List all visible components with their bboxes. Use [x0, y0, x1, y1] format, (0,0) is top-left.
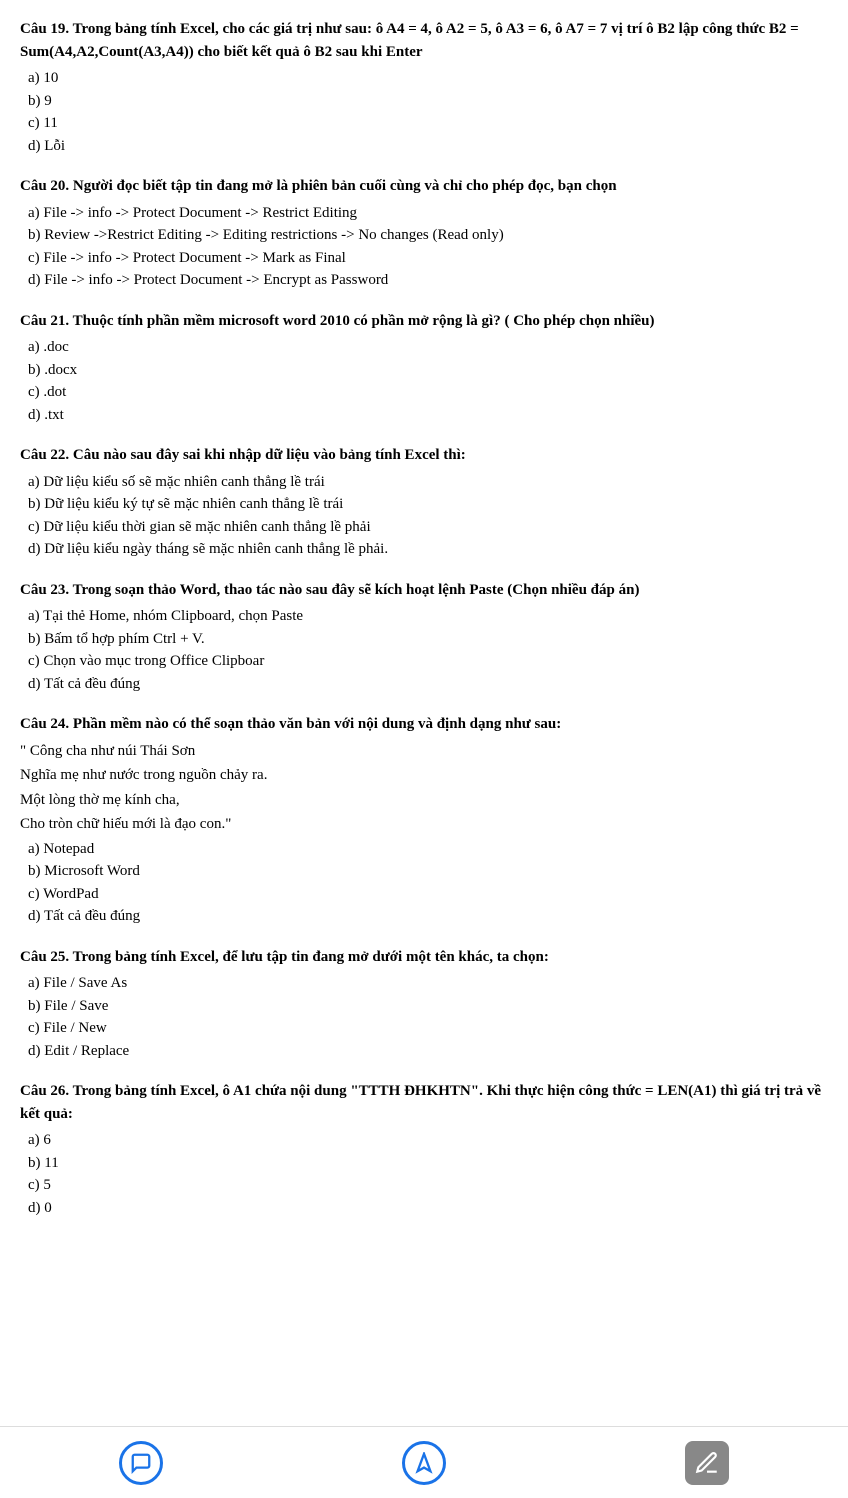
question-title-q24: Câu 24. Phần mềm nào có thể soạn thảo vă…: [20, 713, 828, 736]
question-block-q20: Câu 20. Người đọc biết tập tin đang mở l…: [20, 175, 828, 292]
answer-item-q24-2: c) WordPad: [28, 883, 828, 906]
answer-item-q22-1: b) Dữ liệu kiểu ký tự sẽ mặc nhiên canh …: [28, 493, 828, 516]
answer-item-q23-1: b) Bấm tổ hợp phím Ctrl + V.: [28, 628, 828, 651]
question-title-q25: Câu 25. Trong bảng tính Excel, để lưu tậ…: [20, 946, 828, 969]
chat-bubble-icon: [119, 1441, 163, 1485]
poem-line-1: Nghĩa mẹ như nước trong nguồn chảy ra.: [20, 764, 828, 787]
answer-item-q24-3: d) Tất cả đều đúng: [28, 905, 828, 928]
answer-item-q22-0: a) Dữ liệu kiểu số sẽ mặc nhiên canh thẳ…: [28, 471, 828, 494]
pencil-button[interactable]: [667, 1433, 747, 1493]
pencil-icon: [685, 1441, 729, 1485]
answer-item-q22-2: c) Dữ liệu kiểu thời gian sẽ mặc nhiên c…: [28, 516, 828, 539]
question-block-q23: Câu 23. Trong soạn thảo Word, thao tác n…: [20, 579, 828, 696]
answer-item-q22-3: d) Dữ liệu kiểu ngày tháng sẽ mặc nhiên …: [28, 538, 828, 561]
answer-item-q23-0: a) Tại thẻ Home, nhóm Clipboard, chọn Pa…: [28, 605, 828, 628]
answer-item-q24-0: a) Notepad: [28, 838, 828, 861]
chat-button[interactable]: [101, 1433, 181, 1493]
answer-item-q21-2: c) .dot: [28, 381, 828, 404]
navigation-button[interactable]: [384, 1433, 464, 1493]
question-block-q26: Câu 26. Trong bảng tính Excel, ô A1 chứa…: [20, 1080, 828, 1219]
poem-line-2: Một lòng thờ mẹ kính cha,: [20, 789, 828, 812]
answer-item-q25-0: a) File / Save As: [28, 972, 828, 995]
question-block-q22: Câu 22. Câu nào sau đây sai khi nhập dữ …: [20, 444, 828, 561]
answer-item-q26-3: d) 0: [28, 1197, 828, 1220]
question-block-q24: Câu 24. Phần mềm nào có thể soạn thảo vă…: [20, 713, 828, 928]
answer-item-q26-2: c) 5: [28, 1174, 828, 1197]
question-title-q21: Câu 21. Thuộc tính phần mềm microsoft wo…: [20, 310, 828, 333]
answer-item-q19-3: d) Lỗi: [28, 135, 828, 158]
question-title-q22: Câu 22. Câu nào sau đây sai khi nhập dữ …: [20, 444, 828, 467]
answer-item-q20-3: d) File -> info -> Protect Document -> E…: [28, 269, 828, 292]
question-block-q25: Câu 25. Trong bảng tính Excel, để lưu tậ…: [20, 946, 828, 1063]
question-title-q26: Câu 26. Trong bảng tính Excel, ô A1 chứa…: [20, 1080, 828, 1125]
question-block-q19: Câu 19. Trong bảng tính Excel, cho các g…: [20, 18, 828, 157]
answer-item-q19-1: b) 9: [28, 90, 828, 113]
answer-item-q25-1: b) File / Save: [28, 995, 828, 1018]
question-title-q20: Câu 20. Người đọc biết tập tin đang mở l…: [20, 175, 828, 198]
answer-item-q23-2: c) Chọn vào mục trong Office Clipboar: [28, 650, 828, 673]
answer-item-q24-1: b) Microsoft Word: [28, 860, 828, 883]
answer-item-q21-3: d) .txt: [28, 404, 828, 427]
bottom-navigation: [0, 1426, 848, 1498]
answer-item-q23-3: d) Tất cả đều đúng: [28, 673, 828, 696]
poem-line-0: " Công cha như núi Thái Sơn: [20, 740, 828, 763]
answer-item-q20-0: a) File -> info -> Protect Document -> R…: [28, 202, 828, 225]
answer-item-q26-1: b) 11: [28, 1152, 828, 1175]
answer-item-q20-1: b) Review ->Restrict Editing -> Editing …: [28, 224, 828, 247]
answer-item-q19-2: c) 11: [28, 112, 828, 135]
answer-item-q26-0: a) 6: [28, 1129, 828, 1152]
answer-item-q20-2: c) File -> info -> Protect Document -> M…: [28, 247, 828, 270]
answer-item-q25-3: d) Edit / Replace: [28, 1040, 828, 1063]
poem-line-3: Cho tròn chữ hiếu mới là đạo con.": [20, 813, 828, 836]
question-title-q19: Câu 19. Trong bảng tính Excel, cho các g…: [20, 18, 828, 63]
question-title-q23: Câu 23. Trong soạn thảo Word, thao tác n…: [20, 579, 828, 602]
question-block-q21: Câu 21. Thuộc tính phần mềm microsoft wo…: [20, 310, 828, 427]
navigation-icon: [402, 1441, 446, 1485]
answer-item-q25-2: c) File / New: [28, 1017, 828, 1040]
answer-item-q21-0: a) .doc: [28, 336, 828, 359]
answer-item-q21-1: b) .docx: [28, 359, 828, 382]
answer-item-q19-0: a) 10: [28, 67, 828, 90]
